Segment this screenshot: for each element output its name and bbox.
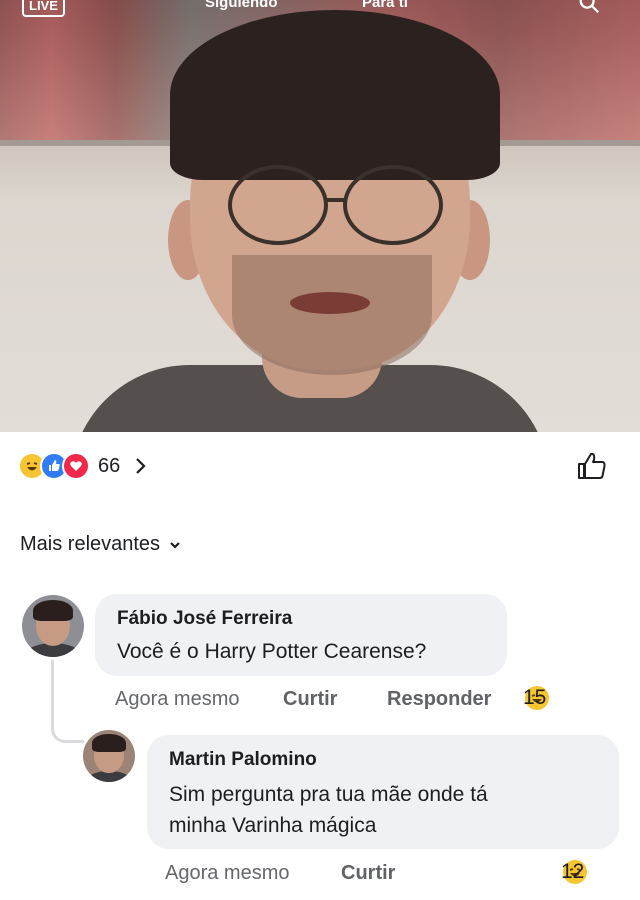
- reactions-summary[interactable]: 66: [18, 452, 150, 480]
- comment-author[interactable]: Fábio José Ferreira: [117, 608, 292, 630]
- comment-author[interactable]: Martin Palomino: [169, 749, 317, 771]
- tab-live[interactable]: LIVE: [22, 0, 65, 17]
- chevron-right-icon: [136, 458, 146, 474]
- thumbs-up-icon[interactable]: [576, 450, 608, 482]
- person-mouth: [290, 292, 370, 314]
- chevron-down-icon: [170, 541, 180, 549]
- reply-thread-line: [51, 660, 84, 743]
- reply-button[interactable]: Responder: [387, 688, 491, 711]
- comment-reactions[interactable]: 15: [523, 686, 549, 710]
- tab-for-you[interactable]: Para ti: [362, 0, 408, 11]
- sort-dropdown[interactable]: Mais relevantes: [20, 533, 182, 556]
- reply-bubble[interactable]: Martin Palomino Sim pergunta pra tua mãe…: [147, 735, 619, 849]
- glasses-bridge: [324, 198, 346, 202]
- reaction-count: 66: [98, 454, 121, 477]
- like-button[interactable]: Curtir: [283, 688, 337, 711]
- person-hair: [170, 10, 500, 180]
- comment-reactions[interactable]: 12: [561, 860, 587, 884]
- sort-label: Mais relevantes: [20, 533, 161, 555]
- glasses-lens: [228, 165, 328, 245]
- comment-reaction-count: 12: [561, 860, 585, 883]
- video-top-tabs: LIVE Siguiendo Para ti: [0, 0, 640, 17]
- avatar[interactable]: [22, 595, 84, 657]
- love-reaction-icon: [62, 452, 90, 480]
- person-beard: [232, 255, 432, 375]
- avatar[interactable]: [83, 730, 135, 782]
- tab-following[interactable]: Siguiendo: [205, 0, 278, 11]
- avatar-hair: [92, 734, 126, 752]
- comment-text-line: Sim pergunta pra tua mãe onde tá: [169, 783, 488, 806]
- avatar-hair: [33, 599, 73, 622]
- comment-timestamp: Agora mesmo: [165, 862, 290, 884]
- glasses-lens: [343, 165, 443, 245]
- comment-text-line: minha Varinha mágica: [169, 814, 377, 837]
- search-icon[interactable]: [578, 0, 600, 14]
- video-player[interactable]: LIVE Siguiendo Para ti: [0, 0, 640, 432]
- comment-text: Você é o Harry Potter Cearense?: [117, 640, 427, 663]
- comment-text: Sim pergunta pra tua mãe onde tá minha V…: [169, 779, 589, 841]
- like-button[interactable]: Curtir: [341, 862, 395, 885]
- comment-bubble[interactable]: Fábio José Ferreira Você é o Harry Potte…: [95, 594, 507, 676]
- comment-reaction-count: 15: [523, 686, 547, 709]
- comment-timestamp: Agora mesmo: [115, 688, 240, 710]
